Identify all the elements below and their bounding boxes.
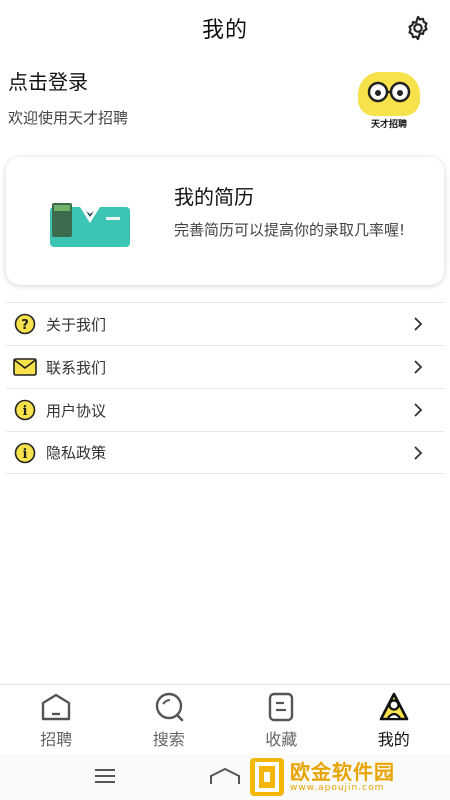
menu-item-about[interactable]: ? 关于我们 bbox=[6, 302, 444, 345]
tab-label: 招聘 bbox=[40, 730, 73, 749]
tab-recruit[interactable]: 招聘 bbox=[0, 685, 113, 754]
settings-menu: ? 关于我们 联系我们 i 用户协议 i 隐私政策 bbox=[6, 302, 444, 474]
watermark-logo-icon bbox=[250, 758, 284, 796]
watermark: 欧金软件园 www.apoujin.com bbox=[250, 754, 450, 800]
home-key-icon[interactable] bbox=[208, 766, 242, 786]
menu-item-label: 隐私政策 bbox=[46, 444, 107, 462]
welcome-text: 欢迎使用天才招聘 bbox=[8, 109, 129, 127]
document-icon bbox=[261, 690, 301, 724]
home-icon bbox=[36, 690, 76, 724]
search-icon bbox=[149, 690, 189, 724]
menu-item-label: 用户协议 bbox=[46, 401, 107, 420]
page-title: 我的 bbox=[201, 18, 248, 43]
app-logo: 天才招聘 bbox=[358, 72, 420, 130]
resume-title: 我的简历 bbox=[174, 185, 254, 209]
gear-icon bbox=[408, 15, 428, 41]
bottom-tab-bar: 招聘 搜索 收藏 我的 bbox=[0, 684, 450, 754]
svg-text:?: ? bbox=[21, 318, 29, 333]
chevron-right-icon bbox=[414, 317, 423, 331]
menu-item-privacy-policy[interactable]: i 隐私政策 bbox=[6, 431, 444, 474]
chevron-right-icon bbox=[414, 446, 423, 460]
tab-label: 搜索 bbox=[152, 730, 185, 749]
login-title[interactable]: 点击登录 bbox=[8, 66, 128, 95]
menu-item-contact[interactable]: 联系我们 bbox=[6, 345, 444, 388]
logo-text: 天才招聘 bbox=[370, 120, 407, 130]
info-icon: i bbox=[12, 399, 38, 421]
svg-text:i: i bbox=[23, 447, 28, 462]
info-icon: i bbox=[12, 442, 38, 464]
resume-card[interactable]: 我的简历 完善简历可以提高你的录取几率喔! bbox=[6, 157, 444, 285]
user-icon bbox=[374, 690, 414, 724]
chevron-right-icon bbox=[414, 360, 423, 374]
resume-illustration-icon bbox=[44, 193, 136, 251]
menu-item-user-agreement[interactable]: i 用户协议 bbox=[6, 388, 444, 431]
tab-mine[interactable]: 我的 bbox=[338, 685, 450, 754]
question-icon: ? bbox=[12, 313, 38, 335]
mail-icon bbox=[12, 356, 38, 378]
resume-description: 完善简历可以提高你的录取几率喔! bbox=[174, 221, 406, 239]
tab-search[interactable]: 搜索 bbox=[113, 685, 226, 754]
watermark-title: 欧金软件园 bbox=[290, 760, 395, 784]
menu-icon[interactable] bbox=[94, 768, 116, 784]
svg-text:i: i bbox=[23, 404, 28, 419]
tab-label: 收藏 bbox=[265, 730, 298, 749]
watermark-url: www.apoujin.com bbox=[290, 783, 385, 793]
menu-item-label: 关于我们 bbox=[46, 315, 107, 334]
tab-favorites[interactable]: 收藏 bbox=[225, 685, 338, 754]
tab-label: 我的 bbox=[377, 730, 410, 749]
logo-face bbox=[358, 72, 420, 116]
settings-button[interactable] bbox=[402, 12, 434, 44]
menu-item-label: 联系我们 bbox=[46, 358, 107, 377]
top-bar: 我的 bbox=[0, 0, 450, 56]
chevron-right-icon bbox=[414, 403, 423, 417]
login-section[interactable]: 点击登录 欢迎使用天才招聘 bbox=[8, 66, 128, 128]
